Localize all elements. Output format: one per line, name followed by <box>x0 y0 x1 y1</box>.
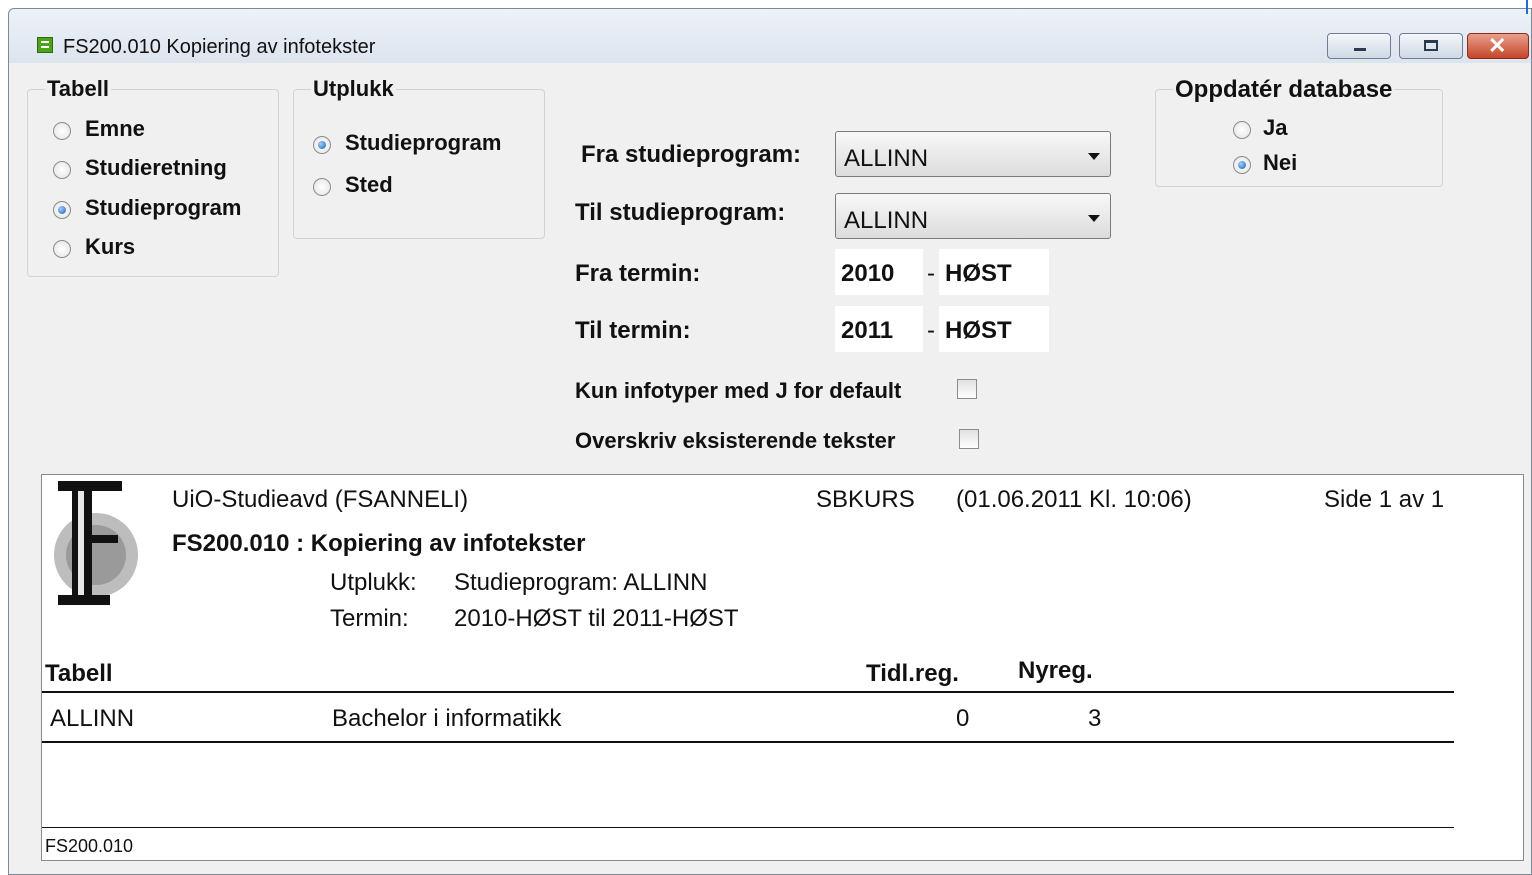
fra-termin-term-input[interactable]: HØST <box>939 249 1049 295</box>
radio-label: Studieprogram <box>345 130 502 155</box>
maximize-icon <box>1424 40 1438 51</box>
radio-label: Ja <box>1263 115 1288 140</box>
radio-button[interactable] <box>53 122 71 140</box>
radio-label: Sted <box>345 172 393 197</box>
til-termin-year-input[interactable]: 2011 <box>835 306 923 352</box>
column-header-tabell: Tabell <box>45 660 113 687</box>
termin-separator: - <box>927 260 935 287</box>
radio-label: Emne <box>85 116 145 141</box>
radio-button[interactable] <box>313 178 331 196</box>
report-utplukk-value: Studieprogram: ALLINN <box>454 569 708 596</box>
overskriv-checkbox[interactable] <box>959 429 979 449</box>
report-org: UiO-Studieavd (FSANNELI) <box>172 486 469 513</box>
report-utplukk-label: Utplukk: <box>330 569 417 596</box>
chevron-down-icon[interactable] <box>1088 215 1100 222</box>
row-name: Bachelor i informatikk <box>332 705 562 732</box>
column-header-tidl-reg: Tidl.reg. <box>866 660 959 687</box>
radio-button[interactable] <box>53 201 71 219</box>
report-page: Side 1 av 1 <box>1324 486 1445 513</box>
report-preview: UiO-Studieavd (FSANNELI) SBKURS (01.06.2… <box>41 474 1524 861</box>
kun-infotyper-checkbox[interactable] <box>957 379 977 399</box>
maximize-button[interactable] <box>1399 33 1463 59</box>
select-value: ALLINN <box>844 145 929 172</box>
til-studieprogram-label: Til studieprogram: <box>575 199 786 226</box>
utplukk-legend: Utplukk <box>311 76 396 102</box>
termin-separator: - <box>927 317 935 344</box>
kun-infotyper-label: Kun infotyper med J for default <box>575 378 902 403</box>
tabell-legend: Tabell <box>45 76 111 102</box>
close-button[interactable]: ✕ <box>1467 33 1529 59</box>
til-termin-label: Til termin: <box>575 317 691 344</box>
radio-label: Nei <box>1263 150 1298 175</box>
chevron-down-icon[interactable] <box>1088 153 1100 160</box>
title-bar[interactable]: FS200.010 Kopiering av infotekster ✕ <box>9 9 1531 63</box>
header-divider <box>42 691 1454 693</box>
fs-logo <box>54 481 138 605</box>
row-code: ALLINN <box>50 705 135 732</box>
close-icon: ✕ <box>1488 33 1507 58</box>
window-title: FS200.010 Kopiering av infotekster <box>63 36 376 58</box>
row-nyreg: 3 <box>1088 705 1102 732</box>
row-divider <box>42 741 1454 743</box>
radio-button[interactable] <box>1233 121 1251 139</box>
app-icon <box>37 37 53 53</box>
report-system: SBKURS <box>816 486 915 513</box>
radio-button[interactable] <box>313 136 331 154</box>
row-tidl-reg: 0 <box>956 705 970 732</box>
fra-termin-label: Fra termin: <box>575 260 701 287</box>
utplukk-group <box>293 89 545 239</box>
radio-button[interactable] <box>53 240 71 258</box>
overskriv-label: Overskriv eksisterende tekster <box>575 428 896 453</box>
fra-studieprogram-select[interactable]: ALLINN <box>835 131 1111 177</box>
report-title: FS200.010 : Kopiering av infotekster <box>172 530 586 557</box>
fra-termin-year-input[interactable]: 2010 <box>835 249 923 295</box>
footer-divider <box>42 827 1454 828</box>
edge-marker <box>1526 0 1528 14</box>
til-studieprogram-select[interactable]: ALLINN <box>835 193 1111 239</box>
oppdater-database-legend: Oppdatér database <box>1173 76 1395 104</box>
report-footer: FS200.010 <box>45 836 134 856</box>
report-termin-label: Termin: <box>330 605 409 632</box>
minimize-icon <box>1354 48 1366 51</box>
radio-label: Studieprogram <box>85 195 242 220</box>
fra-studieprogram-label: Fra studieprogram: <box>581 141 802 168</box>
radio-button[interactable] <box>53 161 71 179</box>
report-datetime: (01.06.2011 Kl. 10:06) <box>956 486 1192 513</box>
column-header-nyreg: Nyreg. <box>1018 657 1093 684</box>
radio-label: Studieretning <box>85 155 227 180</box>
report-termin-value: 2010-HØST til 2011-HØST <box>454 605 739 632</box>
radio-label: Kurs <box>85 234 136 259</box>
minimize-button[interactable] <box>1327 33 1391 59</box>
til-termin-term-input[interactable]: HØST <box>939 306 1049 352</box>
radio-button[interactable] <box>1233 156 1251 174</box>
select-value: ALLINN <box>844 207 929 234</box>
